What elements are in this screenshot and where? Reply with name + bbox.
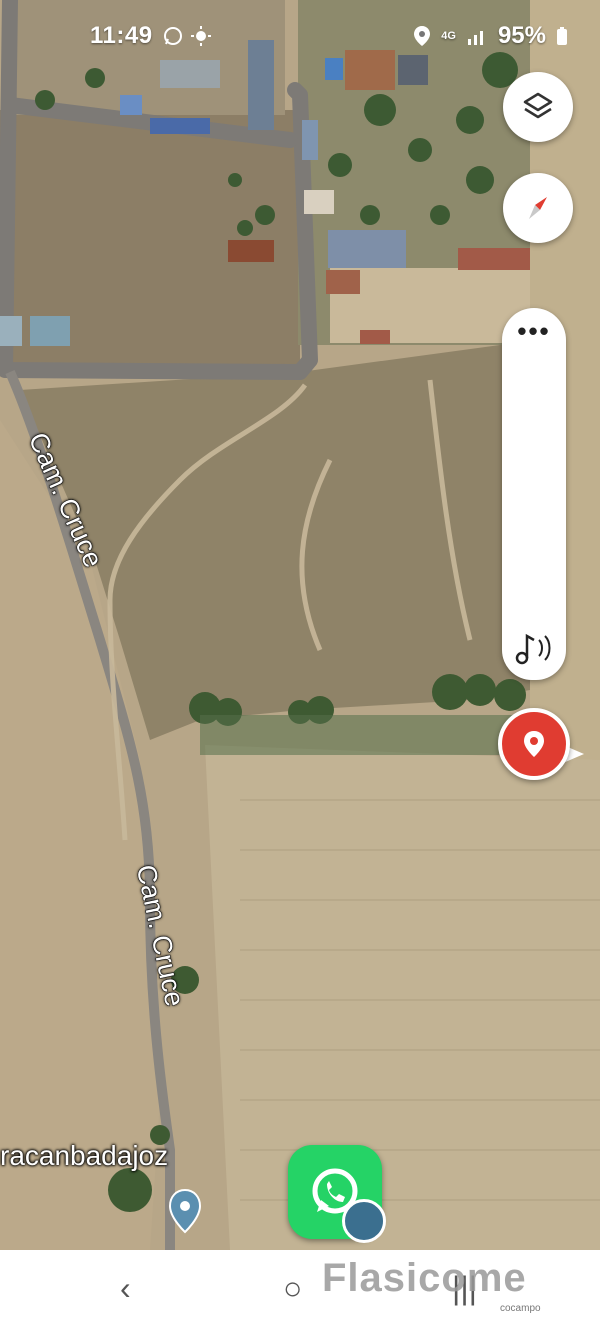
battery-percent: 95% [497,22,546,49]
compass-button[interactable] [503,173,573,243]
side-panel[interactable]: ••• [502,308,566,680]
layers-button[interactable] [503,72,573,142]
whatsapp-icon [164,26,182,45]
whatsapp-shortcut[interactable] [288,1145,386,1243]
avatar [342,1199,386,1243]
watermark: Flasicome [322,1256,527,1300]
nav-back-button[interactable]: ‹ [120,1270,131,1307]
music-note-icon[interactable] [514,630,556,666]
more-dots-icon[interactable]: ••• [502,318,566,344]
location-pin-icon [524,731,544,757]
location-pin-button[interactable] [498,708,570,780]
status-time: 11:49 [90,22,153,49]
status-bar: 11:49 4G 95% [0,0,600,72]
watermark-sub: cocampo [500,1303,541,1314]
location-icon [414,26,431,46]
nav-home-button[interactable]: ○ [283,1270,302,1307]
status-left-icons [162,24,212,47]
signal-icon [467,31,483,45]
place-label[interactable]: racanbadajoz [0,1140,168,1172]
layers-icon [523,92,553,119]
compass-icon [529,197,547,219]
battery-icon [557,27,567,45]
sun-icon [190,25,211,46]
network-type: 4G [441,29,456,42]
status-right: 4G 95% [413,22,568,50]
